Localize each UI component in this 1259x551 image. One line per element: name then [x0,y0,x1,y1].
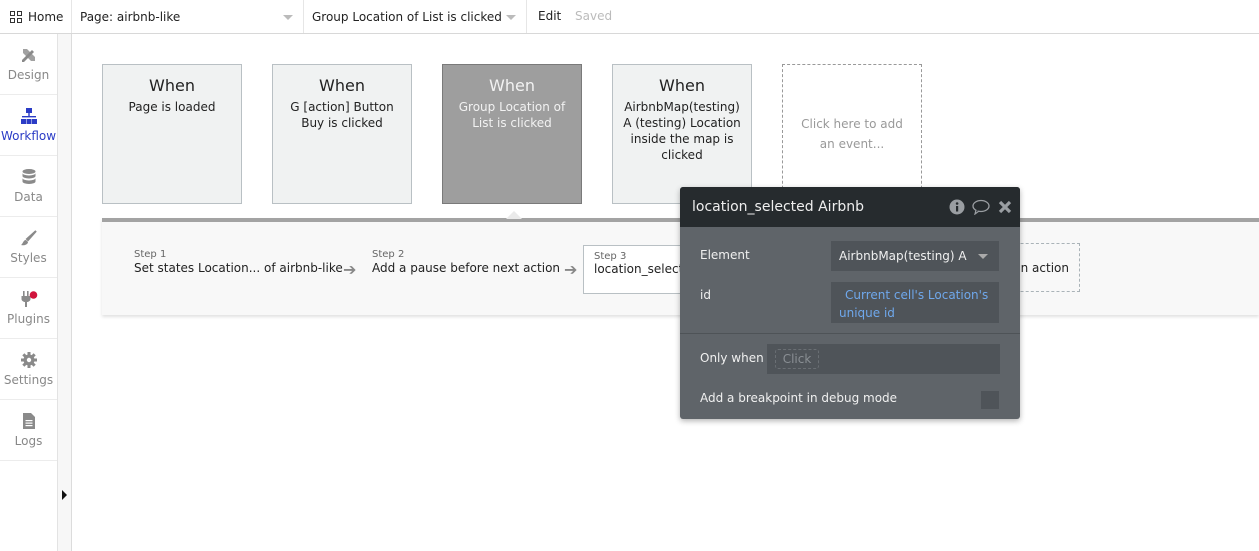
page-dropdown[interactable]: Page: airbnb-like [72,0,304,33]
popup-header[interactable]: location_selected Airbnb [680,187,1020,227]
workflow-step-selected[interactable]: Step 3 location_selected Airbnb [583,245,693,294]
element-dropdown-value: AirbnbMap(testing) A [839,249,967,263]
arrow-right-icon: ➔ [343,260,357,279]
workflow-step[interactable]: Step 2 Add a pause before next action [372,249,560,275]
top-bar: Home Page: airbnb-like Group Location of… [0,0,1259,34]
breakpoint-label: Add a breakpoint in debug mode [700,391,898,405]
home-label: Home [28,9,64,24]
plug-icon [20,290,38,308]
event-card-selected[interactable]: When Group Location of List is clicked [442,64,582,204]
event-description: Page is loaded [128,100,216,114]
page-dropdown-value: Page: airbnb-like [80,9,181,24]
event-card[interactable]: When AirbnbMap(testing) A (testing) Loca… [612,64,752,204]
event-card[interactable]: When Page is loaded [102,64,242,204]
chevron-down-icon [506,15,516,20]
event-card[interactable]: When G [action] Button Buy is clicked [272,64,412,204]
only-when-label: Only when [700,351,764,365]
event-description: AirbnbMap(testing) A (testing) Location … [623,100,741,162]
popup-title: location_selected Airbnb [692,199,864,215]
chevron-down-icon [283,15,293,20]
sidebar-item-styles[interactable]: Styles [0,217,57,278]
event-when-label: When [149,76,195,95]
sidebar-item-logs[interactable]: Logs [0,400,57,461]
sidebar-label: Plugins [7,312,50,326]
gear-icon [20,351,38,369]
event-when-label: When [659,76,705,95]
event-description: G [action] Button Buy is clicked [290,100,394,130]
step-number: Step 1 [134,249,167,260]
sidebar-item-data[interactable]: Data [0,156,57,217]
brush-icon [20,229,38,247]
element-label: Element [700,248,750,262]
grid-icon [10,10,22,23]
arrow-right-icon: ➔ [564,260,578,279]
add-event-button[interactable]: Click here to add an event... [782,64,922,204]
close-icon[interactable] [996,198,1014,216]
sidebar-item-plugins[interactable]: Plugins [0,278,57,339]
chevron-down-icon [978,254,988,259]
event-when-label: When [489,76,535,95]
add-event-label: Click here to add an event... [801,117,903,151]
design-icon [20,46,38,64]
document-icon [20,412,38,430]
plugin-notification-badge [29,291,37,299]
event-when-label: When [319,76,365,95]
event-dropdown[interactable]: Group Location of List is clicked [304,0,527,33]
action-property-editor: location_selected Airbnb Element AirbnbM… [680,187,1020,419]
sidebar: Design Workflow Data Styles Plugins Sett… [0,34,58,551]
expand-panel-arrow-icon[interactable] [62,490,67,500]
step-number: Step 3 [594,251,627,262]
event-dropdown-value: Group Location of List is clicked [312,9,502,24]
id-label: id [700,288,711,302]
only-when-placeholder: Click [775,349,819,369]
sidebar-label: Logs [14,434,43,448]
selected-event-pointer [506,211,522,219]
divider [680,333,1020,334]
event-description: Group Location of List is clicked [458,100,566,130]
database-icon [20,168,38,186]
saved-status: Saved [575,9,613,23]
sidebar-item-workflow[interactable]: Workflow [0,95,57,156]
sidebar-label: Workflow [0,129,57,143]
sidebar-label: Settings [3,373,54,387]
id-expression-value: Current cell's Location's unique id [839,288,989,320]
step-number: Step 2 [372,249,405,260]
sidebar-label: Data [14,190,43,204]
id-expression-field[interactable]: Current cell's Location's unique id [831,282,999,323]
edit-menu[interactable]: Edit [538,9,561,23]
step-text: Set states Location... of airbnb-like [134,261,343,275]
comment-icon[interactable] [972,198,990,216]
step-text: location_selected Airbnb [594,262,693,276]
breakpoint-checkbox[interactable] [981,391,999,409]
info-icon[interactable] [948,198,966,216]
home-button[interactable]: Home [0,0,72,33]
step-text: Add a pause before next action [372,261,561,275]
sidebar-label: Styles [10,251,47,265]
sidebar-item-settings[interactable]: Settings [0,339,57,400]
only-when-field[interactable]: Click [767,344,1000,374]
element-dropdown[interactable]: AirbnbMap(testing) A [831,241,999,271]
panel-gutter [58,34,72,551]
workflow-step[interactable]: Step 1 Set states Location... of airbnb-… [134,249,343,275]
workflow-icon [20,107,38,125]
sidebar-label: Design [7,68,50,82]
sidebar-item-design[interactable]: Design [0,34,57,95]
